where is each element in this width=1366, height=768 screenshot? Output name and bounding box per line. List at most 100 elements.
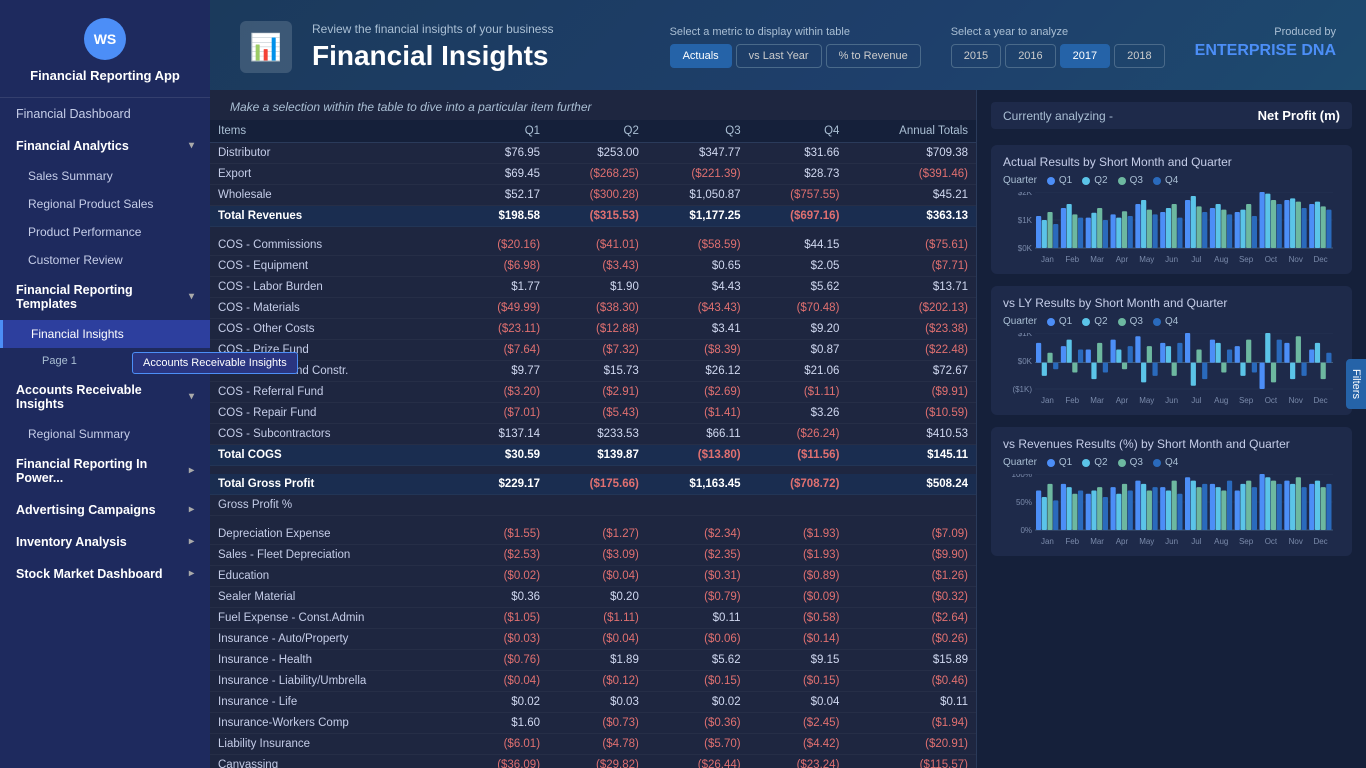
table-row[interactable]: Distributor$76.95$253.00$347.77$31.66$70… (210, 143, 976, 164)
cell-item: Insurance - Health (210, 650, 459, 671)
sidebar: WS Financial Reporting App Financial Das… (0, 0, 210, 768)
brand-name: ENTERPRISE DNA (1195, 42, 1336, 60)
sidebar-sub-financial-insights[interactable]: Financial Insights (0, 320, 210, 348)
metric-actuals-btn[interactable]: Actuals (670, 44, 732, 68)
chart3-legend-q2: Q2 (1082, 457, 1107, 468)
table-row[interactable]: Sealer Material$0.36$0.20($0.79)($0.09)(… (210, 587, 976, 608)
cell-value: ($4.78) (548, 734, 647, 755)
svg-text:Aug: Aug (1214, 255, 1228, 264)
col-q2: Q2 (548, 120, 647, 143)
cell-value: $709.38 (847, 143, 976, 164)
sidebar-item-advertising-campaigns[interactable]: Advertising Campaigns ▸ (0, 494, 210, 526)
svg-text:Dec: Dec (1313, 396, 1327, 405)
svg-text:Dec: Dec (1313, 537, 1327, 546)
sidebar-item-financial-reporting-templates[interactable]: Financial Reporting Templates ▾ (0, 274, 210, 320)
table-row[interactable]: Insurance - Auto/Property($0.03)($0.04)(… (210, 629, 976, 650)
table-row[interactable]: COS - Commissions($20.16)($41.01)($58.59… (210, 235, 976, 256)
table-row[interactable]: Insurance - Health($0.76)$1.89$5.62$9.15… (210, 650, 976, 671)
table-row[interactable]: COS - Repair Fund($7.01)($5.43)($1.41)$3… (210, 403, 976, 424)
year-2018-btn[interactable]: 2018 (1114, 44, 1164, 68)
svg-text:Mar: Mar (1090, 255, 1104, 264)
cell-value: ($75.61) (847, 235, 976, 256)
table-row[interactable]: Liability Insurance($6.01)($4.78)($5.70)… (210, 734, 976, 755)
sidebar-sub-product-performance[interactable]: Product Performance (0, 218, 210, 246)
chart3-legend-q1: Q1 (1047, 457, 1072, 468)
table-row[interactable]: Total Gross Profit$229.17($175.66)$1,163… (210, 474, 976, 495)
svg-text:$0K: $0K (1018, 357, 1033, 366)
content-area: Make a selection within the table to div… (210, 90, 1366, 768)
table-row[interactable]: COS - Other Costs($23.11)($12.88)$3.41$9… (210, 319, 976, 340)
table-row[interactable]: COS - Prize Fund($7.64)($7.32)($8.39)$0.… (210, 340, 976, 361)
cell-value: ($22.48) (847, 340, 976, 361)
col-q3: Q3 (647, 120, 749, 143)
cell-value: ($315.53) (548, 206, 647, 227)
cell-value: ($11.56) (749, 445, 848, 466)
cell-value: ($29.82) (548, 755, 647, 768)
table-row[interactable]: Canvassing($36.09)($29.82)($26.44)($23.2… (210, 755, 976, 768)
chart1-title: Actual Results by Short Month and Quarte… (1003, 155, 1340, 169)
year-2016-btn[interactable]: 2016 (1005, 44, 1055, 68)
sidebar-item-financial-dashboard[interactable]: Financial Dashboard (0, 98, 210, 130)
table-row[interactable]: COS - Subcontractors$137.14$233.53$66.11… (210, 424, 976, 445)
cell-value: ($2.91) (548, 382, 647, 403)
table-row[interactable]: Depreciation Expense($1.55)($1.27)($2.34… (210, 524, 976, 545)
svg-text:Apr: Apr (1116, 537, 1129, 546)
cell-value: ($3.43) (548, 256, 647, 277)
cell-value: $1.90 (548, 277, 647, 298)
cell-value: ($0.58) (749, 608, 848, 629)
sidebar-item-financial-reporting-in-power[interactable]: Financial Reporting In Power... ▸ (0, 448, 210, 494)
cell-value (749, 495, 848, 516)
cell-value (459, 495, 548, 516)
cell-value: ($221.39) (647, 164, 749, 185)
cell-value: ($0.14) (749, 629, 848, 650)
chart1-block: Actual Results by Short Month and Quarte… (991, 145, 1352, 274)
cell-value: ($49.99) (459, 298, 548, 319)
table-row[interactable]: Total COGS$30.59$139.87($13.80)($11.56)$… (210, 445, 976, 466)
sidebar-item-stock-market-dashboard[interactable]: Stock Market Dashboard ▸ (0, 558, 210, 590)
sidebar-item-financial-analytics[interactable]: Financial Analytics ▾ (0, 130, 210, 162)
table-row[interactable]: COS - Labor Burden$1.77$1.90$4.43$5.62$1… (210, 277, 976, 298)
table-row[interactable]: Wholesale$52.17($300.28)$1,050.87($757.5… (210, 185, 976, 206)
table-row[interactable]: Education($0.02)($0.04)($0.31)($0.89)($1… (210, 566, 976, 587)
svg-text:Nov: Nov (1289, 255, 1303, 264)
cell-item: Total Revenues (210, 206, 459, 227)
svg-text:Jul: Jul (1191, 396, 1201, 405)
svg-text:Aug: Aug (1214, 396, 1228, 405)
sidebar-item-accounts-receivable-insights[interactable]: Accounts Receivable Insights ▾ (0, 374, 210, 420)
sidebar-sub-regional-product-sales[interactable]: Regional Product Sales (0, 190, 210, 218)
cell-value: $410.53 (847, 424, 976, 445)
year-2017-btn[interactable]: 2017 (1060, 44, 1110, 68)
cell-value: ($7.32) (548, 340, 647, 361)
sidebar-item-inventory-analysis[interactable]: Inventory Analysis ▸ (0, 526, 210, 558)
table-row[interactable]: COS - Referral Fund($3.20)($2.91)($2.69)… (210, 382, 976, 403)
table-row[interactable]: Insurance-Workers Comp$1.60($0.73)($0.36… (210, 713, 976, 734)
sidebar-sub-customer-review[interactable]: Customer Review (0, 246, 210, 274)
table-row[interactable]: Sales - Fleet Depreciation($2.53)($3.09)… (210, 545, 976, 566)
year-2015-btn[interactable]: 2015 (951, 44, 1001, 68)
table-row[interactable]: Insurance - Liability/Umbrella($0.04)($0… (210, 671, 976, 692)
table-row[interactable]: Insurance - Life$0.02$0.03$0.02$0.04$0.1… (210, 692, 976, 713)
table-row[interactable]: COS - Prize Fund Constr.$9.77$15.73$26.1… (210, 361, 976, 382)
filter-tab[interactable]: Filters (1346, 359, 1366, 409)
metric-pct-revenue-btn[interactable]: % to Revenue (826, 44, 921, 68)
table-row[interactable]: COS - Materials($49.99)($38.30)($43.43)(… (210, 298, 976, 319)
table-row[interactable]: Gross Profit % (210, 495, 976, 516)
cell-value: ($391.46) (847, 164, 976, 185)
sidebar-sub-sales-summary[interactable]: Sales Summary (0, 162, 210, 190)
svg-text:Sep: Sep (1239, 537, 1254, 546)
cell-item: Total COGS (210, 445, 459, 466)
cell-value: ($0.04) (459, 671, 548, 692)
cell-value: ($1.11) (548, 608, 647, 629)
cell-value: ($26.44) (647, 755, 749, 768)
cell-value: ($268.25) (548, 164, 647, 185)
table-row[interactable]: Export$69.45($268.25)($221.39)$28.73($39… (210, 164, 976, 185)
table-row[interactable]: COS - Equipment($6.98)($3.43)$0.65$2.05(… (210, 256, 976, 277)
table-row[interactable]: Fuel Expense - Const.Admin($1.05)($1.11)… (210, 608, 976, 629)
sidebar-sub-regional-summary[interactable]: Regional Summary (0, 420, 210, 448)
svg-text:Mar: Mar (1090, 396, 1104, 405)
table-row[interactable]: Total Revenues$198.58($315.53)$1,177.25(… (210, 206, 976, 227)
cell-value: ($5.70) (647, 734, 749, 755)
cell-value: ($1.55) (459, 524, 548, 545)
metric-vs-last-year-btn[interactable]: vs Last Year (736, 44, 822, 68)
cell-value: $13.71 (847, 277, 976, 298)
